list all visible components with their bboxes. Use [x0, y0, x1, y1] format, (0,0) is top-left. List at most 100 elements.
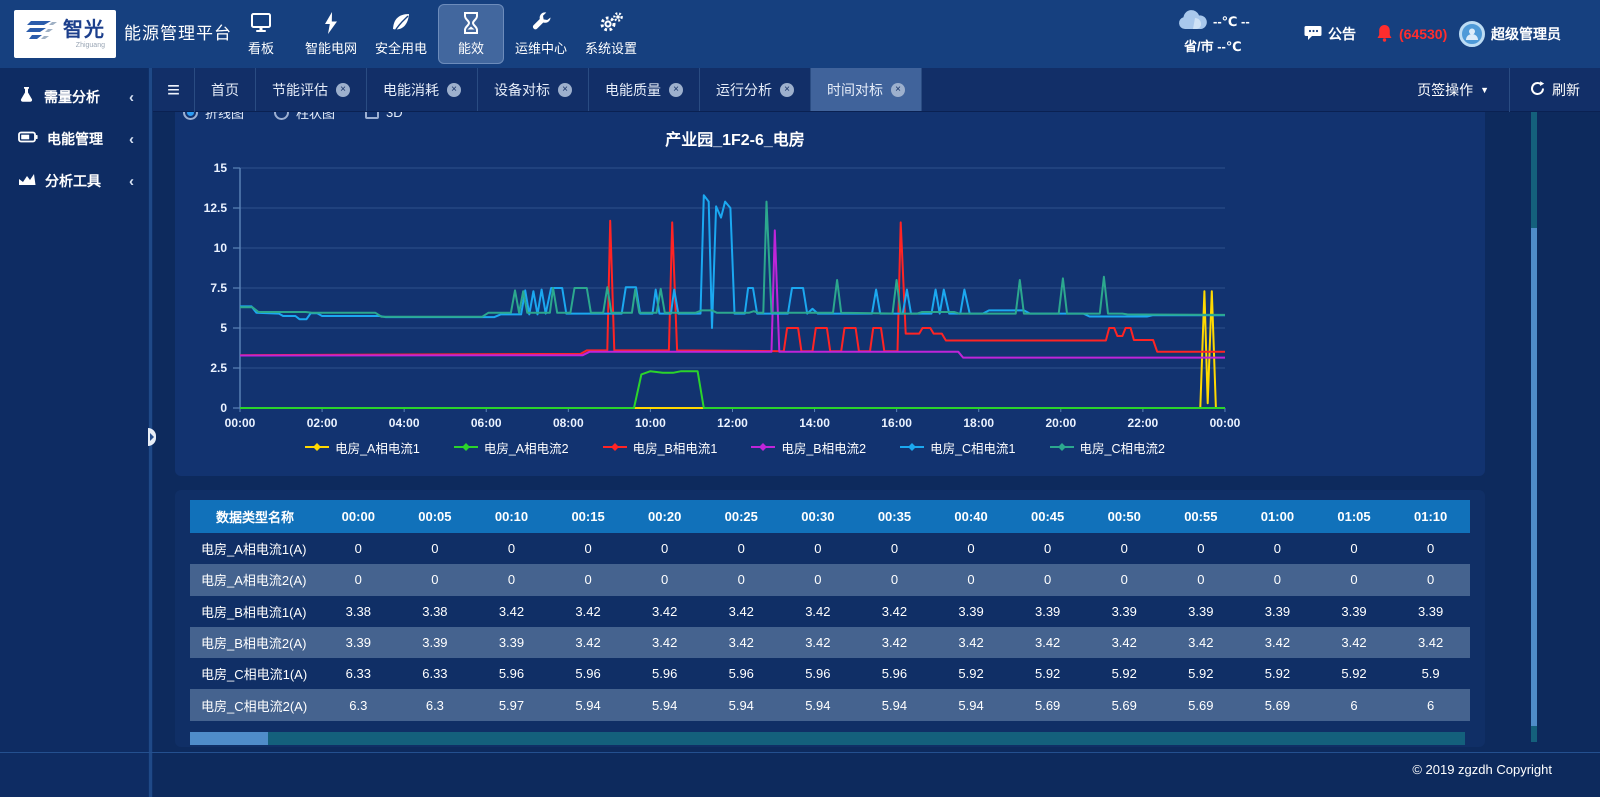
user-name: 超级管理员: [1491, 24, 1561, 44]
tab-close-icon[interactable]: ×: [669, 83, 683, 97]
nav-item-label: 智能电网: [305, 38, 357, 57]
row-value: 0: [1316, 533, 1393, 564]
row-value: 3.42: [550, 596, 627, 627]
tab-7[interactable]: 时间对标 ×: [811, 68, 922, 111]
notice-button[interactable]: 公告: [1304, 0, 1356, 68]
row-value: 0: [626, 533, 703, 564]
row-value: 3.42: [1392, 627, 1469, 658]
nav-item-5[interactable]: 运维中心: [508, 4, 574, 64]
line-chart[interactable]: 02.557.51012.51500:0002:0004:0006:0008:0…: [175, 142, 1485, 434]
wrench-icon: [529, 12, 553, 34]
table-row-3[interactable]: 电房_B相电流1(A)3.383.383.423.423.423.423.423…: [190, 596, 1470, 627]
legend-item-1[interactable]: 电房_A相电流1: [305, 438, 420, 457]
svg-text:10: 10: [214, 241, 228, 255]
legend-marker-icon: [900, 441, 924, 455]
tab-close-icon[interactable]: ×: [558, 83, 572, 97]
legend-item-3[interactable]: 电房_B相电流1: [603, 438, 718, 457]
nav-item-3[interactable]: 安全用电: [368, 4, 434, 64]
user-menu[interactable]: 超级管理员: [1459, 0, 1561, 68]
alarm-button[interactable]: (64530): [1376, 0, 1447, 68]
table-row-4[interactable]: 电房_B相电流2(A)3.393.393.393.423.423.423.423…: [190, 627, 1470, 658]
legend-label: 电房_B相电流2: [781, 438, 866, 457]
row-value: 3.39: [1392, 596, 1469, 627]
row-value: 3.39: [933, 596, 1010, 627]
legend-item-5[interactable]: 电房_C相电流1: [900, 438, 1015, 457]
svg-text:22:00: 22:00: [1128, 416, 1159, 430]
table-horizontal-scrollbar[interactable]: [190, 732, 1465, 745]
nav-item-1[interactable]: 看板: [228, 4, 294, 64]
hscroll-thumb[interactable]: [190, 732, 268, 745]
weather-region: 省/市 --℃: [1184, 38, 1306, 55]
page-vertical-scrollbar[interactable]: [1531, 112, 1537, 742]
notice-label: 公告: [1328, 24, 1356, 44]
row-value: 5.96: [473, 658, 550, 689]
row-value: 5.94: [856, 689, 933, 720]
row-value: 3.42: [473, 596, 550, 627]
tab-bar: ≡ 首页节能评估×电能消耗×设备对标×电能质量×运行分析×时间对标× 页签操作 …: [153, 68, 1600, 112]
row-value: 5.94: [626, 689, 703, 720]
footer-divider: [0, 752, 1600, 753]
speech-bubble-icon: [1304, 25, 1322, 44]
legend-item-4[interactable]: 电房_B相电流2: [751, 438, 866, 457]
tab-close-icon[interactable]: ×: [336, 83, 350, 97]
row-value: 5.94: [703, 689, 780, 720]
series-电房_A相电流2: [240, 371, 1225, 408]
row-value: 3.42: [856, 627, 933, 658]
row-value: 3.39: [1163, 596, 1240, 627]
table-header-cell: 00:05: [397, 500, 474, 533]
tab-label: 时间对标: [827, 80, 883, 100]
table-row-6[interactable]: 电房_C相电流2(A)6.36.35.975.945.945.945.945.9…: [190, 689, 1470, 720]
row-value: 3.42: [780, 596, 857, 627]
svg-text:02:00: 02:00: [307, 416, 338, 430]
tab-6[interactable]: 运行分析×: [700, 68, 811, 111]
row-value: 0: [550, 533, 627, 564]
row-value: 5.94: [550, 689, 627, 720]
tab-close-icon[interactable]: ×: [891, 83, 905, 97]
tab-label: 节能评估: [272, 80, 328, 100]
svg-text:00:00: 00:00: [225, 416, 256, 430]
row-value: 5.97: [473, 689, 550, 720]
row-value: 0: [1086, 533, 1163, 564]
row-label: 电房_C相电流1(A): [190, 658, 320, 689]
nav-item-6[interactable]: 系统设置: [578, 4, 644, 64]
tab-3[interactable]: 电能消耗×: [367, 68, 478, 111]
tab-close-icon[interactable]: ×: [447, 83, 461, 97]
row-value: 3.42: [626, 596, 703, 627]
tab-2[interactable]: 节能评估 ×: [256, 68, 367, 111]
row-value: 6: [1392, 689, 1469, 720]
tab-1[interactable]: 首页: [195, 68, 256, 111]
nav-item-label: 能效: [458, 38, 484, 57]
row-value: 5.94: [780, 689, 857, 720]
svg-text:18:00: 18:00: [963, 416, 994, 430]
legend-label: 电房_C相电流1: [930, 438, 1015, 457]
svg-text:5: 5: [220, 321, 227, 335]
table-row-5[interactable]: 电房_C相电流1(A)6.336.335.965.965.965.965.965…: [190, 658, 1470, 689]
refresh-button[interactable]: 刷新: [1509, 68, 1600, 112]
nav-item-2[interactable]: 智能电网: [298, 4, 364, 64]
nav-item-4[interactable]: 能效: [438, 4, 504, 64]
legend-item-6[interactable]: 电房_C相电流2: [1050, 438, 1165, 457]
sidebar-item-label: 分析工具: [45, 171, 120, 191]
sidebar-item-3[interactable]: 分析工具 ‹: [0, 160, 148, 202]
tab-ops-button[interactable]: 页签操作 ▼: [1397, 68, 1509, 112]
brand-logo[interactable]: 智光 Zhiguang: [14, 10, 116, 58]
tab-5[interactable]: 电能质量×: [589, 68, 700, 111]
legend-item-2[interactable]: 电房_A相电流2: [454, 438, 569, 457]
table-row-1[interactable]: 电房_A相电流1(A)000000000000000: [190, 533, 1470, 564]
brand-name: 智光: [63, 19, 105, 41]
sidebar-collapse-handle[interactable]: [148, 428, 156, 446]
sidebar-item-2[interactable]: 电能管理‹: [0, 118, 148, 160]
tab-close-icon[interactable]: ×: [780, 83, 794, 97]
table-row-2[interactable]: 电房_A相电流2(A)000000000000000: [190, 564, 1470, 595]
sidebar-item-1[interactable]: 需量分析‹: [0, 76, 148, 118]
flask-icon: [18, 86, 35, 108]
vscroll-thumb[interactable]: [1531, 228, 1537, 726]
svg-text:08:00: 08:00: [553, 416, 584, 430]
tab-4[interactable]: 设备对标×: [478, 68, 589, 111]
weather-cloud-icon: [1176, 9, 1208, 34]
chevron-left-icon: ‹: [129, 173, 134, 190]
row-value: 3.42: [856, 596, 933, 627]
row-value: 0: [397, 564, 474, 595]
svg-text:16:00: 16:00: [881, 416, 912, 430]
tab-menu-button[interactable]: ≡: [153, 68, 195, 112]
